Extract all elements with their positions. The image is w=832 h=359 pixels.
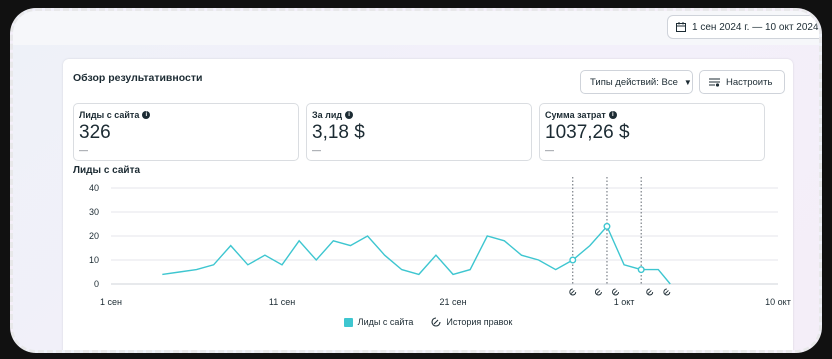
info-icon[interactable]: i bbox=[345, 111, 354, 119]
info-icon[interactable]: i bbox=[608, 111, 617, 119]
legend-leads-label: Лиды с сайта bbox=[357, 317, 414, 327]
y-tick-label: 40 bbox=[89, 183, 99, 193]
caret-down-icon: ▼ bbox=[683, 77, 692, 87]
info-icon[interactable]: i bbox=[142, 111, 151, 119]
metric-amount-spent[interactable]: Сумма затрат i 1037,26 $ — bbox=[539, 103, 765, 161]
x-tick-label: 21 сен bbox=[440, 297, 467, 307]
x-tick-label: 10 окт bbox=[765, 297, 791, 307]
metric-leads-label-row: Лиды с сайта i bbox=[79, 110, 293, 120]
leads-line-chart: 0 10 20 30 40 1 сен 11 сен 21 сен 1 окт 10 окт bbox=[89, 177, 791, 307]
screenshot-frame: 1 сен 2024 г. — 10 окт 2024 г. Обзор рез… bbox=[10, 8, 822, 353]
card-title: Обзор результативности bbox=[73, 72, 203, 84]
metric-cost-per-lead[interactable]: За лид i 3,18 $ — bbox=[306, 103, 532, 161]
configure-label: Настроить bbox=[726, 76, 773, 88]
edit-history-icon-stroke bbox=[570, 290, 575, 294]
data-point bbox=[637, 266, 645, 274]
date-range-label: 1 сен 2024 г. — 10 окт 2024 г. bbox=[692, 21, 822, 33]
edit-history-icon bbox=[431, 317, 441, 327]
action-types-dropdown[interactable]: Типы действий: Все ▼ bbox=[580, 70, 693, 94]
metric-leads[interactable]: Лиды с сайта i 326 — bbox=[73, 103, 299, 161]
data-point bbox=[569, 256, 577, 264]
y-tick-label: 10 bbox=[89, 255, 99, 265]
legend-item-history[interactable]: История правок bbox=[431, 317, 512, 327]
edit-history-icon-stroke bbox=[613, 290, 618, 294]
metric-amount-spent-label-row: Сумма затрат i bbox=[545, 110, 759, 120]
x-tick-label: 1 сен bbox=[100, 297, 122, 307]
metric-cost-per-lead-value: 3,18 $ bbox=[312, 122, 365, 143]
legend-swatch bbox=[343, 317, 353, 327]
x-tick-label: 11 сен bbox=[269, 297, 295, 307]
legend-history-label: История правок bbox=[446, 317, 513, 327]
metric-cost-per-lead-label: За лид bbox=[312, 110, 343, 120]
metric-amount-spent-value: 1037,26 $ bbox=[545, 122, 630, 143]
action-types-label: Типы действий: Все bbox=[590, 76, 678, 88]
chart-legend: Лиды с сайта История правок bbox=[63, 317, 793, 327]
configure-button[interactable]: Настроить bbox=[699, 70, 785, 94]
series-line-leads bbox=[162, 225, 671, 285]
calendar-icon bbox=[676, 22, 686, 32]
edit-history-icon-stroke bbox=[647, 290, 652, 294]
performance-overview-card: Обзор результативности Типы действий: Вс… bbox=[63, 59, 793, 350]
legend-item-leads[interactable]: Лиды с сайта bbox=[343, 317, 414, 327]
metric-leads-label: Лиды с сайта bbox=[79, 110, 140, 120]
data-point bbox=[603, 222, 611, 230]
x-tick-label: 1 окт bbox=[614, 297, 635, 307]
metric-leads-value: 326 bbox=[79, 122, 111, 143]
y-tick-label: 0 bbox=[94, 279, 99, 289]
date-range-picker[interactable]: 1 сен 2024 г. — 10 окт 2024 г. bbox=[667, 15, 822, 39]
metric-cost-per-lead-delta: — bbox=[312, 145, 321, 155]
metric-leads-delta: — bbox=[79, 145, 88, 155]
metric-amount-spent-label: Сумма затрат bbox=[545, 110, 606, 120]
edit-history-icon-stroke bbox=[664, 290, 669, 294]
metric-cost-per-lead-label-row: За лид i bbox=[312, 110, 526, 120]
settings-sliders-icon bbox=[709, 78, 720, 87]
y-tick-label: 30 bbox=[89, 207, 99, 217]
y-tick-label: 20 bbox=[89, 231, 99, 241]
chart-title: Лиды с сайта bbox=[73, 165, 141, 176]
metric-amount-spent-delta: — bbox=[545, 145, 554, 155]
edit-history-icon-stroke bbox=[596, 290, 601, 294]
